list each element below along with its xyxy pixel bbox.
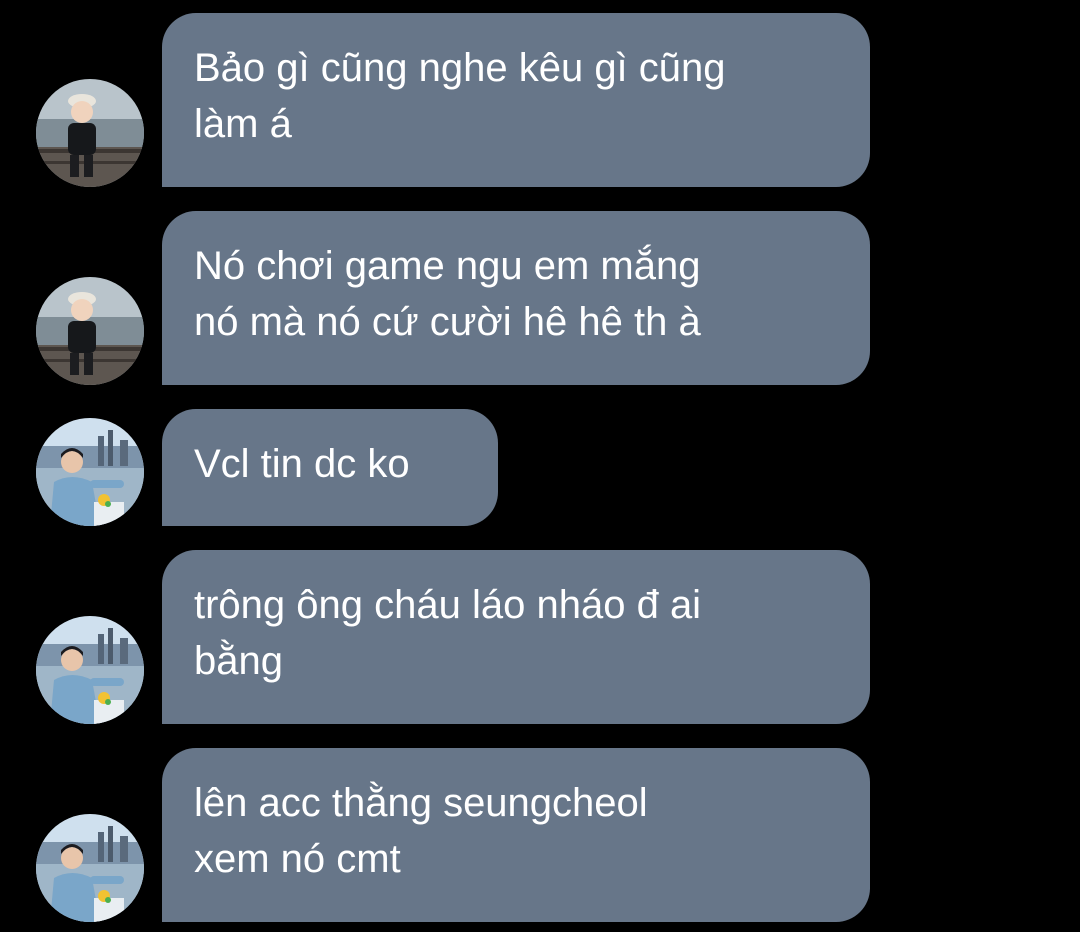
message-bubble[interactable]: lên acc thằng seungcheol xem nó cmt <box>162 748 870 922</box>
message-bubble[interactable]: trông ông cháu láo nháo đ ai bằng <box>162 550 870 724</box>
sender-avatar[interactable] <box>36 616 144 724</box>
man-avatar-icon <box>36 616 144 724</box>
sender-avatar[interactable] <box>36 814 144 922</box>
boy-avatar-icon <box>36 79 144 187</box>
message-bubble[interactable]: Bảo gì cũng nghe kêu gì cũng làm á <box>162 13 870 187</box>
man-avatar-icon <box>36 814 144 922</box>
message-bubble[interactable]: Vcl tin dc ko <box>162 409 498 526</box>
chat-thread: Bảo gì cũng nghe kêu gì cũng làm á Nó ch… <box>0 0 1080 932</box>
man-avatar-icon <box>36 418 144 526</box>
sender-avatar[interactable] <box>36 277 144 385</box>
sender-avatar[interactable] <box>36 418 144 526</box>
boy-avatar-icon <box>36 277 144 385</box>
message-bubble[interactable]: Nó chơi game ngu em mắng nó mà nó cứ cườ… <box>162 211 870 385</box>
sender-avatar[interactable] <box>36 79 144 187</box>
